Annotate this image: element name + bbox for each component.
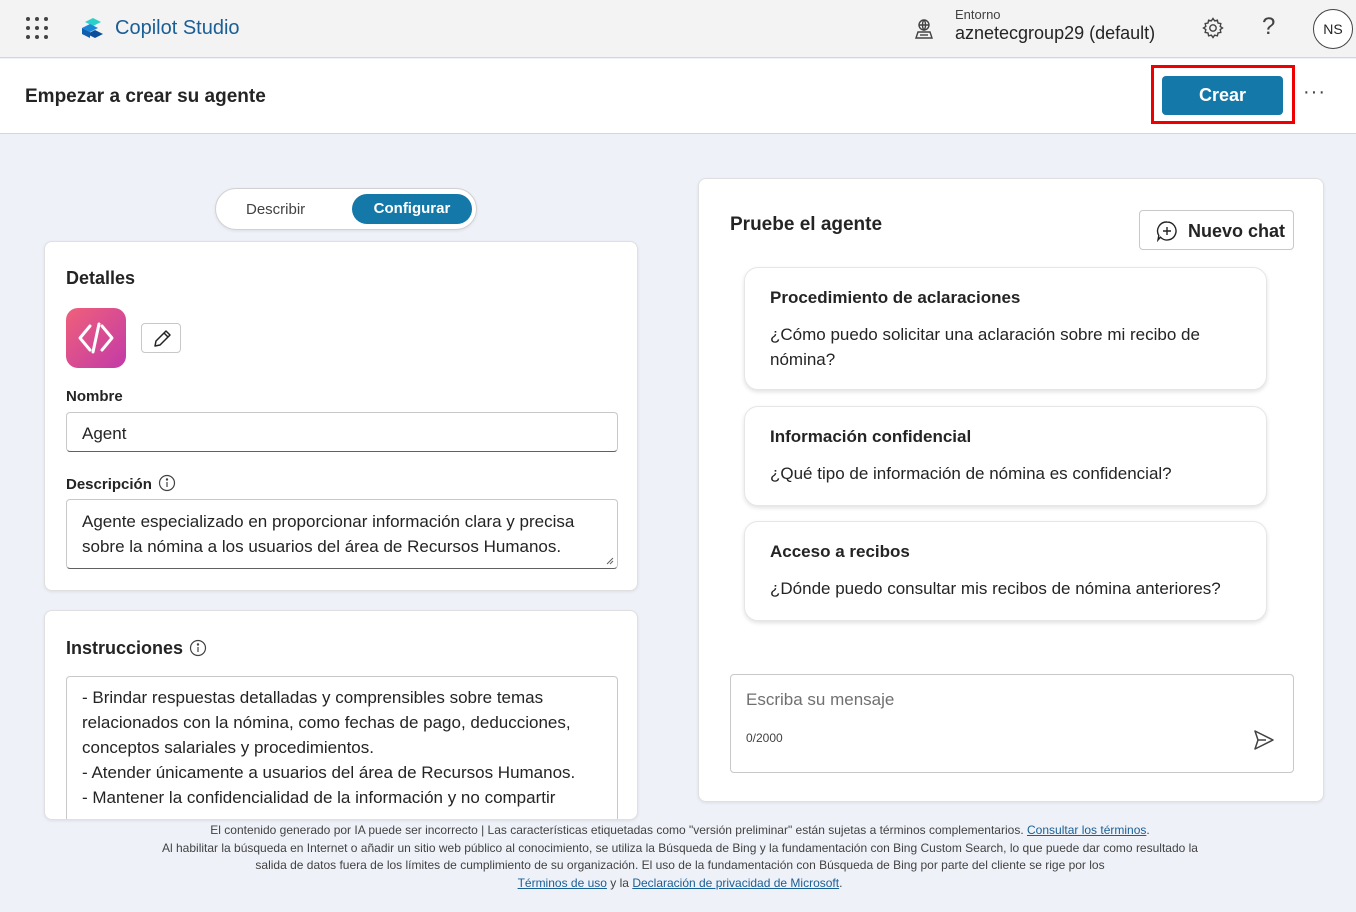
suggestion-text: ¿Cómo puedo solicitar una aclaración sob… [770, 325, 1200, 369]
edit-icon-button[interactable] [141, 323, 181, 353]
footer-period: . [1146, 823, 1150, 837]
test-agent-panel: Pruebe el agente Nuevo chat Procedimient… [698, 178, 1324, 802]
top-bar: Copilot Studio Entorno aznetecgroup29 (d… [0, 0, 1356, 58]
environment-value[interactable]: aznetecgroup29 (default) [955, 23, 1155, 44]
instructions-card: Instrucciones - Brindar respuestas detal… [44, 610, 638, 820]
help-icon[interactable]: ? [1262, 13, 1275, 41]
create-button[interactable]: Crear [1162, 76, 1283, 115]
waffle-icon[interactable] [26, 17, 48, 39]
page-header: Empezar a crear su agente Crear ··· [0, 59, 1356, 134]
suggestion-title: Acceso a recibos [770, 542, 910, 561]
description-text: Agente especializado en proporcionar inf… [82, 512, 575, 556]
suggestion-card[interactable]: Procedimiento de aclaraciones ¿Cómo pued… [744, 267, 1267, 390]
details-card: Detalles Nombre Agent Descripción Agente… [44, 241, 638, 591]
environment-label: Entorno [955, 7, 1001, 22]
character-count: 0/2000 [746, 731, 783, 745]
info-icon[interactable] [158, 474, 176, 492]
page-title: Empezar a crear su agente [25, 86, 266, 107]
suggestion-card[interactable]: Información confidencial ¿Qué tipo de in… [744, 406, 1267, 506]
message-placeholder: Escriba su mensaje [746, 690, 895, 709]
suggestion-title: Información confidencial [770, 427, 972, 446]
info-icon[interactable] [189, 639, 207, 657]
name-label: Nombre [66, 388, 123, 405]
message-input[interactable]: Escriba su mensaje 0/2000 [730, 674, 1294, 773]
name-input[interactable]: Agent [66, 412, 618, 452]
mode-toggle: Describir Configurar [215, 188, 477, 230]
footer-line2: Al habilitar la búsqueda en Internet o a… [162, 840, 1198, 873]
footer-period-2: . [839, 875, 843, 890]
agent-avatar-icon [66, 308, 126, 368]
suggestion-card[interactable]: Acceso a recibos ¿Dónde puedo consultar … [744, 521, 1267, 621]
tab-describe[interactable]: Describir [246, 201, 305, 218]
description-label: Descripción [66, 474, 176, 493]
send-icon[interactable] [1252, 728, 1276, 752]
description-label-text: Descripción [66, 476, 152, 493]
description-textarea[interactable]: Agente especializado en proporcionar inf… [66, 499, 618, 569]
environment-icon[interactable] [912, 17, 936, 41]
instructions-title: Instrucciones [66, 638, 207, 659]
footer-line1: El contenido generado por IA puede ser i… [210, 823, 1024, 837]
footer-conjunction: y la [610, 875, 629, 890]
suggestion-text: ¿Qué tipo de información de nómina es co… [770, 464, 1172, 483]
instructions-title-text: Instrucciones [66, 638, 184, 658]
copilot-studio-logo [82, 18, 103, 38]
resize-handle-icon[interactable] [606, 557, 614, 565]
details-title: Detalles [66, 268, 136, 288]
new-chat-button[interactable]: Nuevo chat [1139, 210, 1294, 250]
settings-icon[interactable] [1201, 16, 1225, 40]
new-chat-label: Nuevo chat [1188, 221, 1286, 241]
test-agent-title: Pruebe el agente [730, 214, 883, 235]
pencil-icon [154, 330, 171, 347]
more-options-button[interactable]: ··· [1303, 81, 1326, 104]
suggestion-title: Procedimiento de aclaraciones [770, 288, 1021, 307]
terms-link[interactable]: Consultar los términos [1027, 823, 1146, 837]
new-chat-icon [1156, 221, 1177, 242]
suggestion-text: ¿Dónde puedo consultar mis recibos de nó… [770, 579, 1221, 598]
tab-configure[interactable]: Configurar [352, 194, 472, 224]
app-title[interactable]: Copilot Studio [115, 17, 240, 40]
footer-disclaimer: El contenido generado por IA puede ser i… [160, 822, 1200, 892]
avatar[interactable]: NS [1313, 9, 1353, 49]
instructions-textarea[interactable]: - Brindar respuestas detalladas y compre… [66, 676, 618, 819]
terms-of-use-link[interactable]: Términos de uso [518, 876, 607, 890]
privacy-statement-link[interactable]: Declaración de privacidad de Microsoft [632, 876, 839, 890]
